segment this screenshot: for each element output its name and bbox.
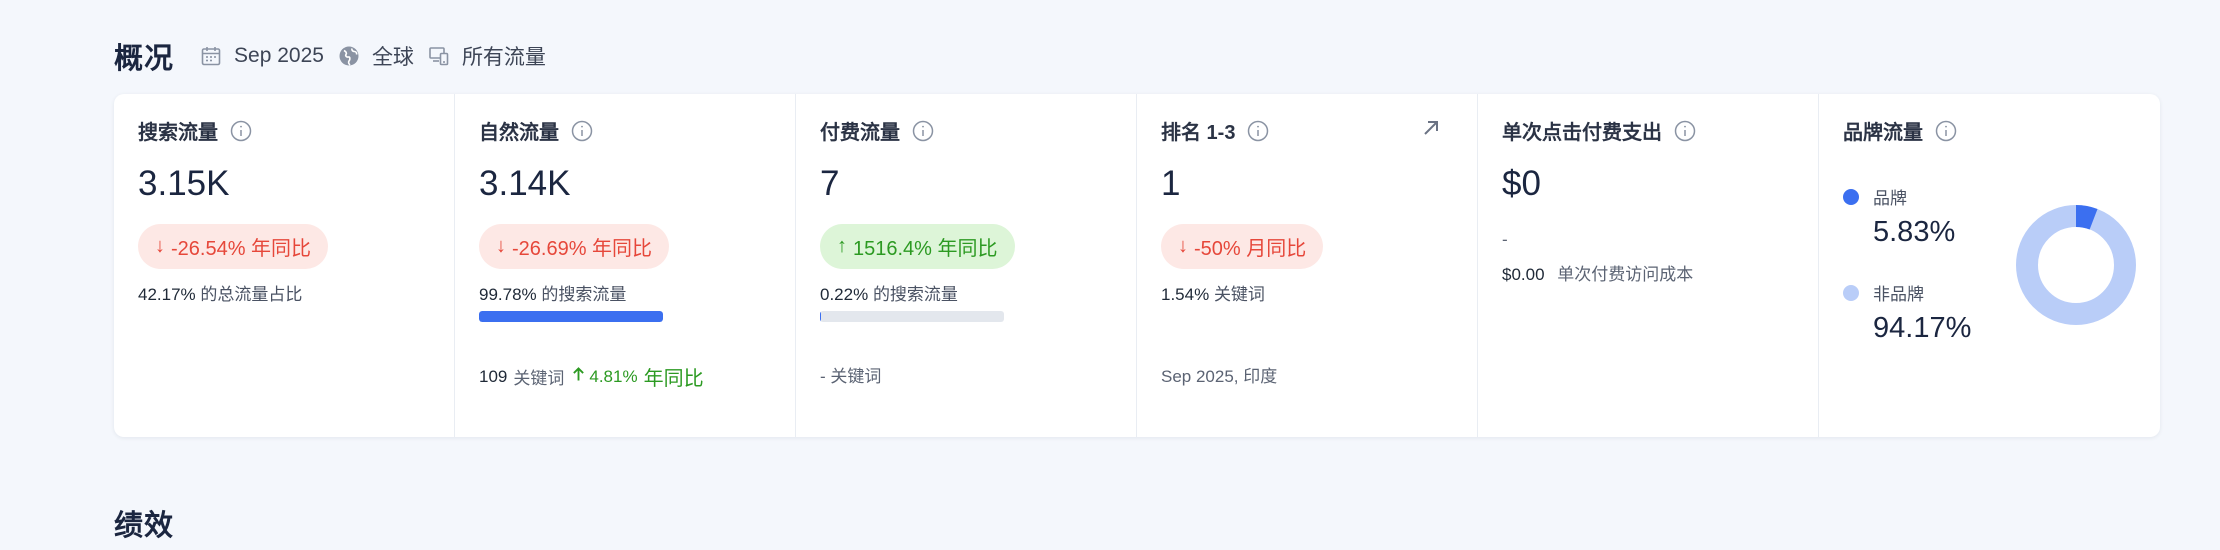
rank-title: 排名 1-3 [1161, 122, 1236, 144]
cpc-value[interactable]: $0 [1502, 164, 1541, 204]
rank-value[interactable]: 1 [1161, 164, 1180, 204]
share-label: 的总流量占比 [200, 285, 303, 304]
page: 概况 Sep 2025 全球 所有流量 搜索流量 3.15K ↓ -26.54%… [0, 0, 2220, 550]
organic-share-bar [479, 311, 663, 322]
rank-footer: Sep 2025, 印度 [1161, 362, 1277, 387]
paid-traffic-title: 付费流量 [820, 122, 900, 144]
donut-nonbrand-slice [2016, 205, 2136, 325]
paid-traffic-change-badge: ↑ 1516.4% 年同比 [820, 224, 1015, 269]
cpc-change: - [1502, 230, 1508, 249]
paid-share-bar [820, 311, 1004, 322]
card-title: 单次点击付费支出 [1502, 116, 1696, 145]
share-value: 42.17% [138, 285, 196, 304]
paid-share-bar-fill [820, 311, 822, 322]
organic-traffic-change-badge: ↓ -26.69% 年同比 [479, 224, 670, 269]
organic-traffic-card: 自然流量 3.14K ↓ -26.69% 年同比 99.78% 的搜索流量 10… [455, 94, 796, 437]
keywords-change: 4.81% [589, 366, 638, 386]
search-traffic-share: 42.17% 的总流量占比 [138, 280, 302, 305]
brand-value: 5.83% [1873, 216, 1956, 248]
share-label: 的搜索流量 [872, 285, 958, 304]
region-filter-label: 全球 [371, 46, 414, 69]
rank-change-badge: ↓ -50% 月同比 [1161, 224, 1324, 269]
date-filter-label: Sep 2025 [234, 44, 324, 67]
overview-title: 概况 [114, 43, 175, 75]
cpc-cost-value: $0.00 [1502, 265, 1545, 284]
brand-label: 品牌 [1873, 189, 1907, 208]
brand-legend-item: 品牌 [1843, 184, 1907, 209]
paid-keywords-text: - 关键词 [820, 367, 882, 386]
cpc-cost-label: 单次付费访问成本 [1557, 265, 1694, 284]
organic-traffic-change: -26.69% 年同比 [512, 238, 653, 260]
rank-change: -50% 月同比 [1194, 238, 1307, 260]
organic-traffic-value[interactable]: 3.14K [479, 164, 570, 204]
region-filter[interactable]: 全球 [338, 41, 414, 71]
overview-header: 概况 Sep 2025 全球 所有流量 [114, 36, 560, 76]
rank-footer-text: Sep 2025, 印度 [1161, 367, 1278, 386]
keywords-count: 109 [479, 366, 508, 386]
search-traffic-title: 搜索流量 [138, 122, 218, 144]
rank-keywords-value: 1.54% [1161, 285, 1210, 304]
arrow-up-icon: ↑ [837, 235, 847, 257]
share-label: 的搜索流量 [541, 285, 627, 304]
traffic-filter[interactable]: 所有流量 [428, 41, 546, 71]
arrow-down-icon: ↓ [1178, 235, 1188, 257]
organic-traffic-share: 99.78% 的搜索流量 [479, 280, 626, 305]
globe-icon [338, 45, 360, 67]
open-external-icon[interactable] [1419, 116, 1443, 140]
organic-keywords[interactable]: 109 关键词 4.81% 年同比 [479, 362, 704, 391]
rank-keywords-share: 1.54% 关键词 [1161, 280, 1265, 305]
cpc-spend-card: 单次点击付费支出 $0 - $0.00 单次付费访问成本 [1478, 94, 1819, 437]
info-icon[interactable] [1935, 120, 1957, 142]
info-icon[interactable] [1674, 120, 1696, 142]
card-title: 搜索流量 [138, 116, 252, 145]
search-traffic-card: 搜索流量 3.15K ↓ -26.54% 年同比 42.17% 的总流量占比 [114, 94, 455, 437]
brand-traffic-title: 品牌流量 [1843, 122, 1923, 144]
brand-traffic-card: 品牌流量 品牌 5.83% 非品牌 94.17% [1819, 94, 2160, 437]
calendar-icon [200, 45, 222, 67]
info-icon[interactable] [912, 120, 934, 142]
search-traffic-change-badge: ↓ -26.54% 年同比 [138, 224, 329, 269]
cpc-cost: $0.00 单次付费访问成本 [1502, 260, 1693, 285]
share-value: 99.78% [479, 285, 537, 304]
card-title: 自然流量 [479, 116, 593, 145]
traffic-filter-label: 所有流量 [461, 46, 546, 69]
paid-traffic-change: 1516.4% 年同比 [853, 238, 998, 260]
brand-donut-chart[interactable] [2015, 204, 2137, 326]
performance-title: 绩效 [114, 510, 175, 542]
devices-icon [428, 45, 450, 67]
keywords-label: 关键词 [513, 369, 565, 388]
overview-cards: 搜索流量 3.15K ↓ -26.54% 年同比 42.17% 的总流量占比 自… [114, 94, 2160, 437]
nonbrand-dot [1843, 284, 1859, 301]
search-traffic-value[interactable]: 3.15K [138, 164, 229, 204]
info-icon[interactable] [1247, 120, 1269, 142]
paid-traffic-card: 付费流量 7 ↑ 1516.4% 年同比 0.22% 的搜索流量 - 关键词 [796, 94, 1137, 437]
search-traffic-change: -26.54% 年同比 [171, 238, 312, 260]
keywords-change-label: 年同比 [643, 368, 704, 390]
rank-keywords-label: 关键词 [1213, 285, 1265, 304]
arrow-up-icon [572, 366, 585, 387]
cpc-title: 单次点击付费支出 [1502, 122, 1662, 144]
organic-share-bar-fill [479, 311, 663, 322]
brand-dot [1843, 188, 1859, 205]
arrow-down-icon: ↓ [155, 235, 165, 257]
nonbrand-value: 94.17% [1873, 312, 1972, 344]
nonbrand-legend-item: 非品牌 [1843, 280, 1924, 305]
info-icon[interactable] [230, 120, 252, 142]
paid-traffic-value[interactable]: 7 [820, 164, 839, 204]
share-value: 0.22% [820, 285, 869, 304]
arrow-down-icon: ↓ [496, 235, 506, 257]
organic-traffic-title: 自然流量 [479, 122, 559, 144]
paid-traffic-share: 0.22% 的搜索流量 [820, 280, 958, 305]
card-title: 品牌流量 [1843, 116, 1957, 145]
info-icon[interactable] [571, 120, 593, 142]
date-filter[interactable]: Sep 2025 [200, 44, 324, 68]
card-title: 付费流量 [820, 116, 934, 145]
paid-keywords: - 关键词 [820, 362, 881, 387]
card-title: 排名 1-3 [1161, 116, 1269, 145]
nonbrand-label: 非品牌 [1873, 285, 1924, 304]
rank-1-3-card: 排名 1-3 1 ↓ -50% 月同比 1.54% 关键词 Sep 2025, … [1137, 94, 1478, 437]
